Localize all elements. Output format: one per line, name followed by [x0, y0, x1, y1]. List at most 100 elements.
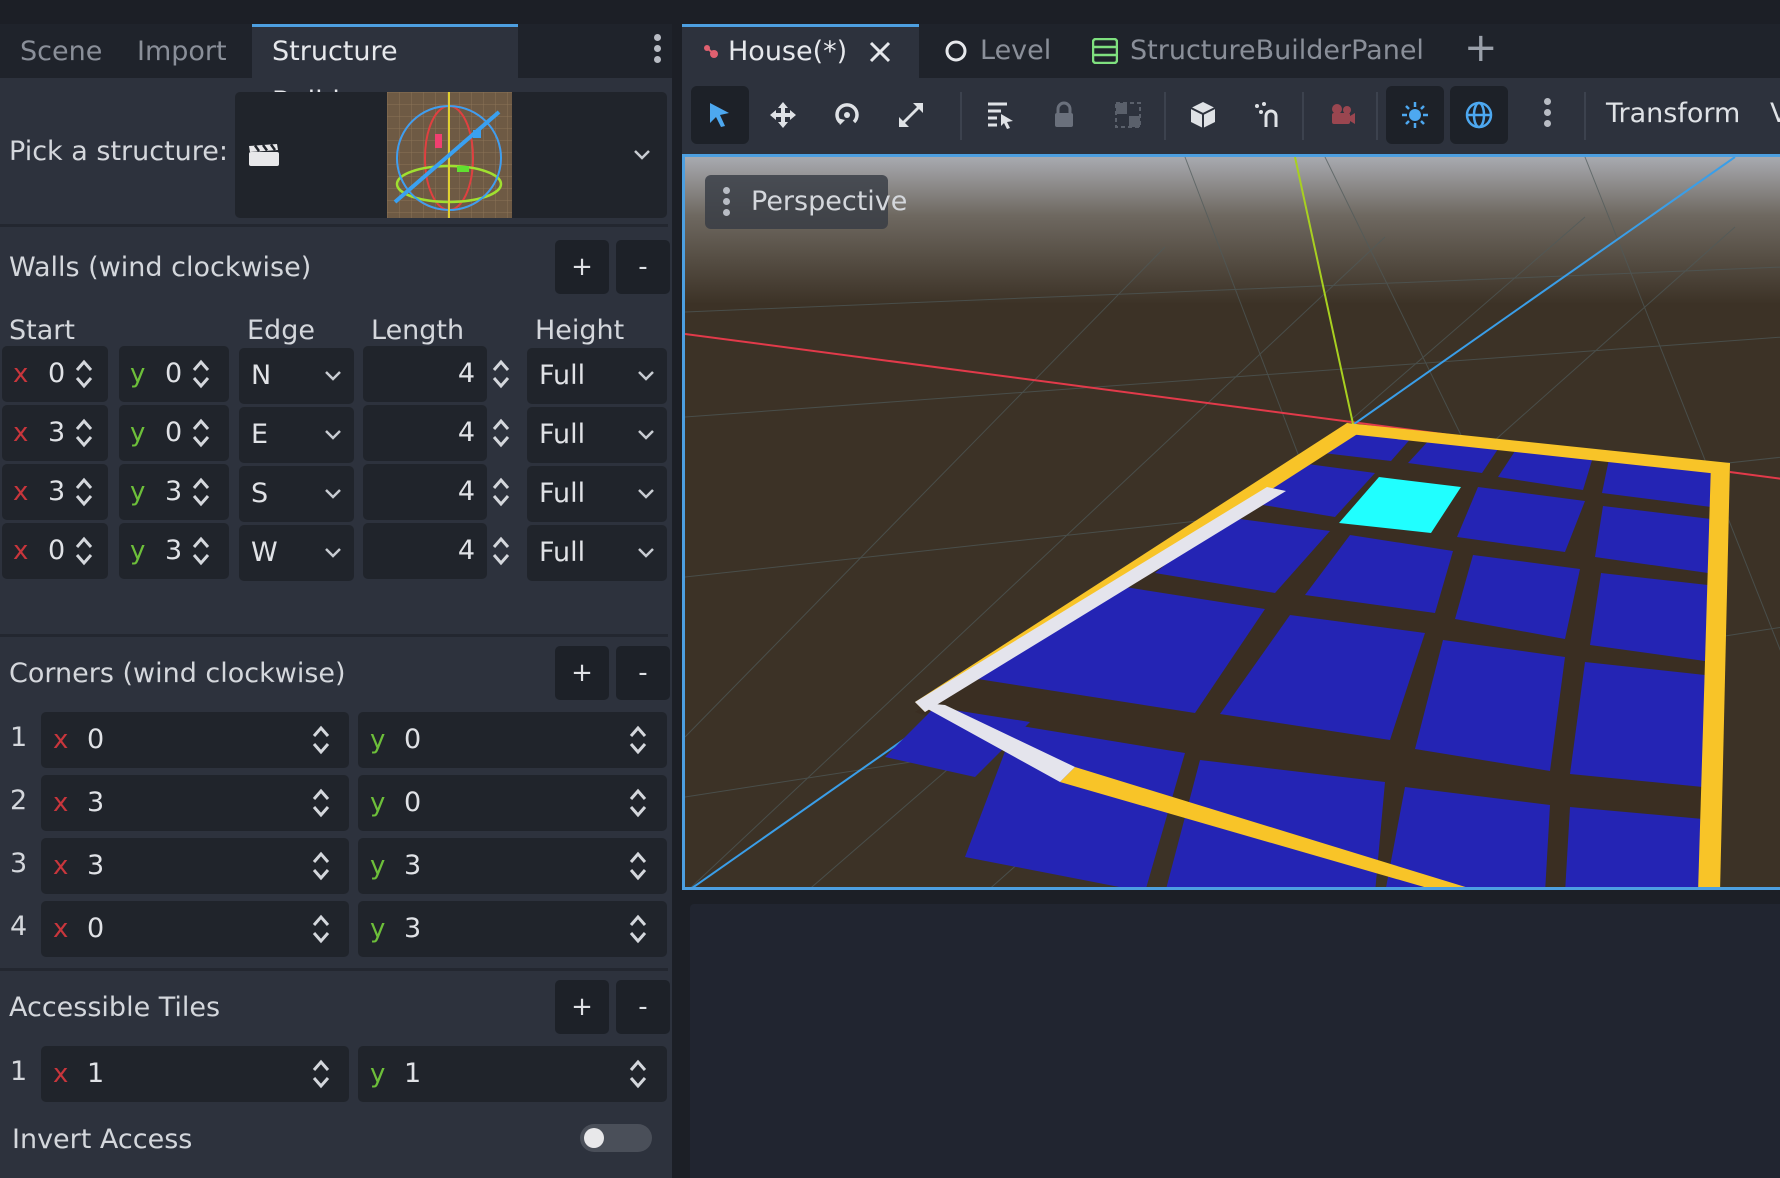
sun-preview-button[interactable] — [1386, 86, 1444, 144]
camera-button[interactable] — [1312, 86, 1370, 144]
corner-x-field[interactable]: x0 — [41, 901, 349, 957]
structure-builder-dock: Scene Import Structure Builder Pick a st… — [0, 24, 672, 1178]
wall-edge-select[interactable]: N — [239, 348, 354, 404]
spinner-arrows-icon[interactable] — [311, 1057, 331, 1091]
spinner-arrows-icon[interactable] — [491, 534, 511, 568]
spinner-arrows-icon[interactable] — [311, 849, 331, 883]
corner-index: 2 — [10, 785, 28, 816]
tab-house[interactable]: House(*) — [682, 24, 919, 78]
wall-height-select[interactable]: Full — [527, 525, 667, 581]
tab-import[interactable]: Import — [117, 24, 247, 78]
spinner-arrows-icon[interactable] — [74, 357, 94, 391]
spinner-arrows-icon[interactable] — [74, 475, 94, 509]
lock-button[interactable] — [1035, 86, 1093, 144]
close-icon[interactable] — [868, 40, 892, 64]
wall-start-y-field[interactable]: y0 — [119, 346, 229, 402]
wall-start-x-field[interactable]: x3 — [2, 464, 108, 520]
corner-x-field[interactable]: x0 — [41, 712, 349, 768]
move-tool-button[interactable] — [754, 86, 812, 144]
wall-edge-select[interactable]: W — [239, 525, 354, 581]
spinner-arrows-icon[interactable] — [628, 723, 648, 757]
spinner-arrows-icon[interactable] — [628, 786, 648, 820]
wall-start-x-field[interactable]: x0 — [2, 346, 108, 402]
corner-y-field[interactable]: y3 — [358, 901, 667, 957]
tab-structure-builder-panel[interactable]: StructureBuilderPanel — [1092, 24, 1424, 78]
corner-y-field[interactable]: y3 — [358, 838, 667, 894]
invert-access-toggle[interactable] — [580, 1124, 652, 1152]
spinner-arrows-icon[interactable] — [311, 723, 331, 757]
list-select-button[interactable] — [971, 86, 1029, 144]
pick-structure-label: Pick a structure: — [9, 136, 229, 167]
spinner-arrows-icon[interactable] — [191, 475, 211, 509]
toolbar-more-icon[interactable] — [1544, 98, 1552, 128]
remove-wall-button[interactable]: - — [616, 240, 670, 294]
add-wall-button[interactable]: + — [555, 240, 609, 294]
wall-start-y-field[interactable]: y3 — [119, 464, 229, 520]
wall-height-select[interactable]: Full — [527, 348, 667, 404]
spinner-arrows-icon[interactable] — [491, 416, 511, 450]
add-corner-button[interactable]: + — [555, 646, 609, 700]
axis-x-label: x — [53, 914, 69, 944]
wall-length-field[interactable]: 4 — [363, 523, 487, 579]
wall-start-x-field[interactable]: x0 — [2, 523, 108, 579]
tab-level[interactable]: Level — [944, 24, 1084, 78]
toolbar-separator — [1376, 92, 1378, 140]
view-menu-clipped[interactable]: V — [1770, 98, 1780, 129]
tile-x-field[interactable]: x1 — [41, 1046, 349, 1102]
corner-x-field[interactable]: x3 — [41, 838, 349, 894]
dock-splitter[interactable] — [672, 24, 682, 1178]
tab-structure-builder[interactable]: Structure Builder — [252, 24, 518, 117]
axis-y-label: y — [130, 359, 146, 389]
axis-x-label: x — [53, 851, 69, 881]
mesh-button[interactable] — [1174, 86, 1232, 144]
spinner-arrows-icon[interactable] — [491, 475, 511, 509]
wall-start-y-field[interactable]: y3 — [119, 523, 229, 579]
environment-preview-button[interactable] — [1450, 86, 1508, 144]
snap-button[interactable] — [1238, 86, 1296, 144]
spinner-arrows-icon[interactable] — [628, 1057, 648, 1091]
wall-start-x-field[interactable]: x3 — [2, 405, 108, 461]
wall-length-field[interactable]: 4 — [363, 464, 487, 520]
axis-y-label: y — [370, 1059, 386, 1089]
structure-picker[interactable] — [235, 92, 667, 218]
spinner-arrows-icon[interactable] — [491, 357, 511, 391]
scale-tool-button[interactable] — [882, 86, 940, 144]
spinner-arrows-icon[interactable] — [628, 849, 648, 883]
wall-edge-select[interactable]: S — [239, 466, 354, 522]
corner-y-field[interactable]: y0 — [358, 712, 667, 768]
spinner-arrows-icon[interactable] — [191, 416, 211, 450]
spinner-arrows-icon[interactable] — [74, 416, 94, 450]
wall-length-field[interactable]: 4 — [363, 346, 487, 402]
corner-y-field[interactable]: y0 — [358, 775, 667, 831]
spinner-arrows-icon[interactable] — [191, 534, 211, 568]
group-button[interactable] — [1099, 86, 1157, 144]
wall-length-field[interactable]: 4 — [363, 405, 487, 461]
wall-height-select[interactable]: Full — [527, 407, 667, 463]
axis-y-label: y — [130, 536, 146, 566]
rotate-tool-button[interactable] — [818, 86, 876, 144]
tile-y-field[interactable]: y1 — [358, 1046, 667, 1102]
transform-menu[interactable]: Transform — [1606, 98, 1740, 129]
axis-x-label: x — [13, 418, 29, 448]
perspective-menu-button[interactable]: Perspective — [705, 175, 907, 229]
spinner-arrows-icon[interactable] — [311, 912, 331, 946]
new-tab-button[interactable]: + — [1464, 24, 1498, 78]
wall-height-value: Full — [539, 419, 586, 450]
select-tool-button[interactable] — [691, 86, 749, 144]
tab-scene[interactable]: Scene — [0, 24, 122, 78]
wall-edge-select[interactable]: E — [239, 407, 354, 463]
dock-menu-icon[interactable] — [654, 34, 662, 64]
remove-tile-button[interactable]: - — [616, 980, 670, 1034]
3d-viewport[interactable]: Perspective — [682, 154, 1780, 890]
remove-corner-button[interactable]: - — [616, 646, 670, 700]
wall-start-x-value: 0 — [48, 535, 66, 566]
spinner-arrows-icon[interactable] — [191, 357, 211, 391]
wall-start-y-field[interactable]: y0 — [119, 405, 229, 461]
wall-height-select[interactable]: Full — [527, 466, 667, 522]
add-tile-button[interactable]: + — [555, 980, 609, 1034]
corner-x-field[interactable]: x3 — [41, 775, 349, 831]
spinner-arrows-icon[interactable] — [311, 786, 331, 820]
spinner-arrows-icon[interactable] — [628, 912, 648, 946]
walls-title: Walls (wind clockwise) — [9, 252, 312, 283]
spinner-arrows-icon[interactable] — [74, 534, 94, 568]
